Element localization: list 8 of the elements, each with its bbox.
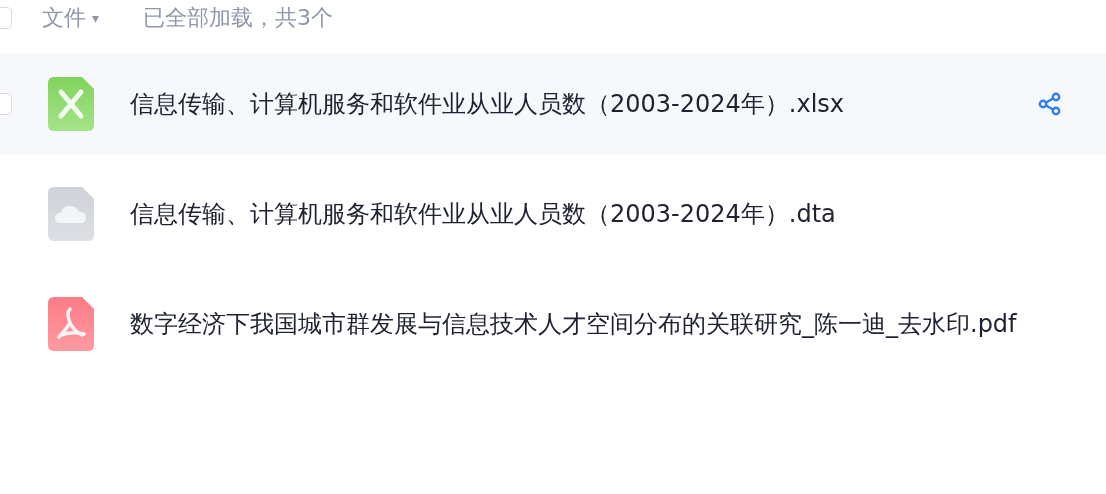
share-icon[interactable]	[1038, 92, 1062, 116]
file-row[interactable]: 数字经济下我国城市群发展与信息技术人才空间分布的关联研究_陈一迪_去水印.pdf	[0, 273, 1106, 375]
file-row[interactable]: 信息传输、计算机服务和软件业从业人员数（2003-2024年）.dta	[0, 163, 1106, 265]
load-status: 已全部加载，共3个	[143, 4, 334, 32]
file-row[interactable]: 信息传输、计算机服务和软件业从业人员数（2003-2024年）.xlsx	[0, 53, 1106, 155]
file-name: 信息传输、计算机服务和软件业从业人员数（2003-2024年）.xlsx	[130, 89, 845, 120]
file-name: 信息传输、计算机服务和软件业从业人员数（2003-2024年）.dta	[130, 199, 836, 230]
file-name: 数字经济下我国城市群发展与信息技术人才空间分布的关联研究_陈一迪_去水印.pdf	[130, 309, 1017, 340]
